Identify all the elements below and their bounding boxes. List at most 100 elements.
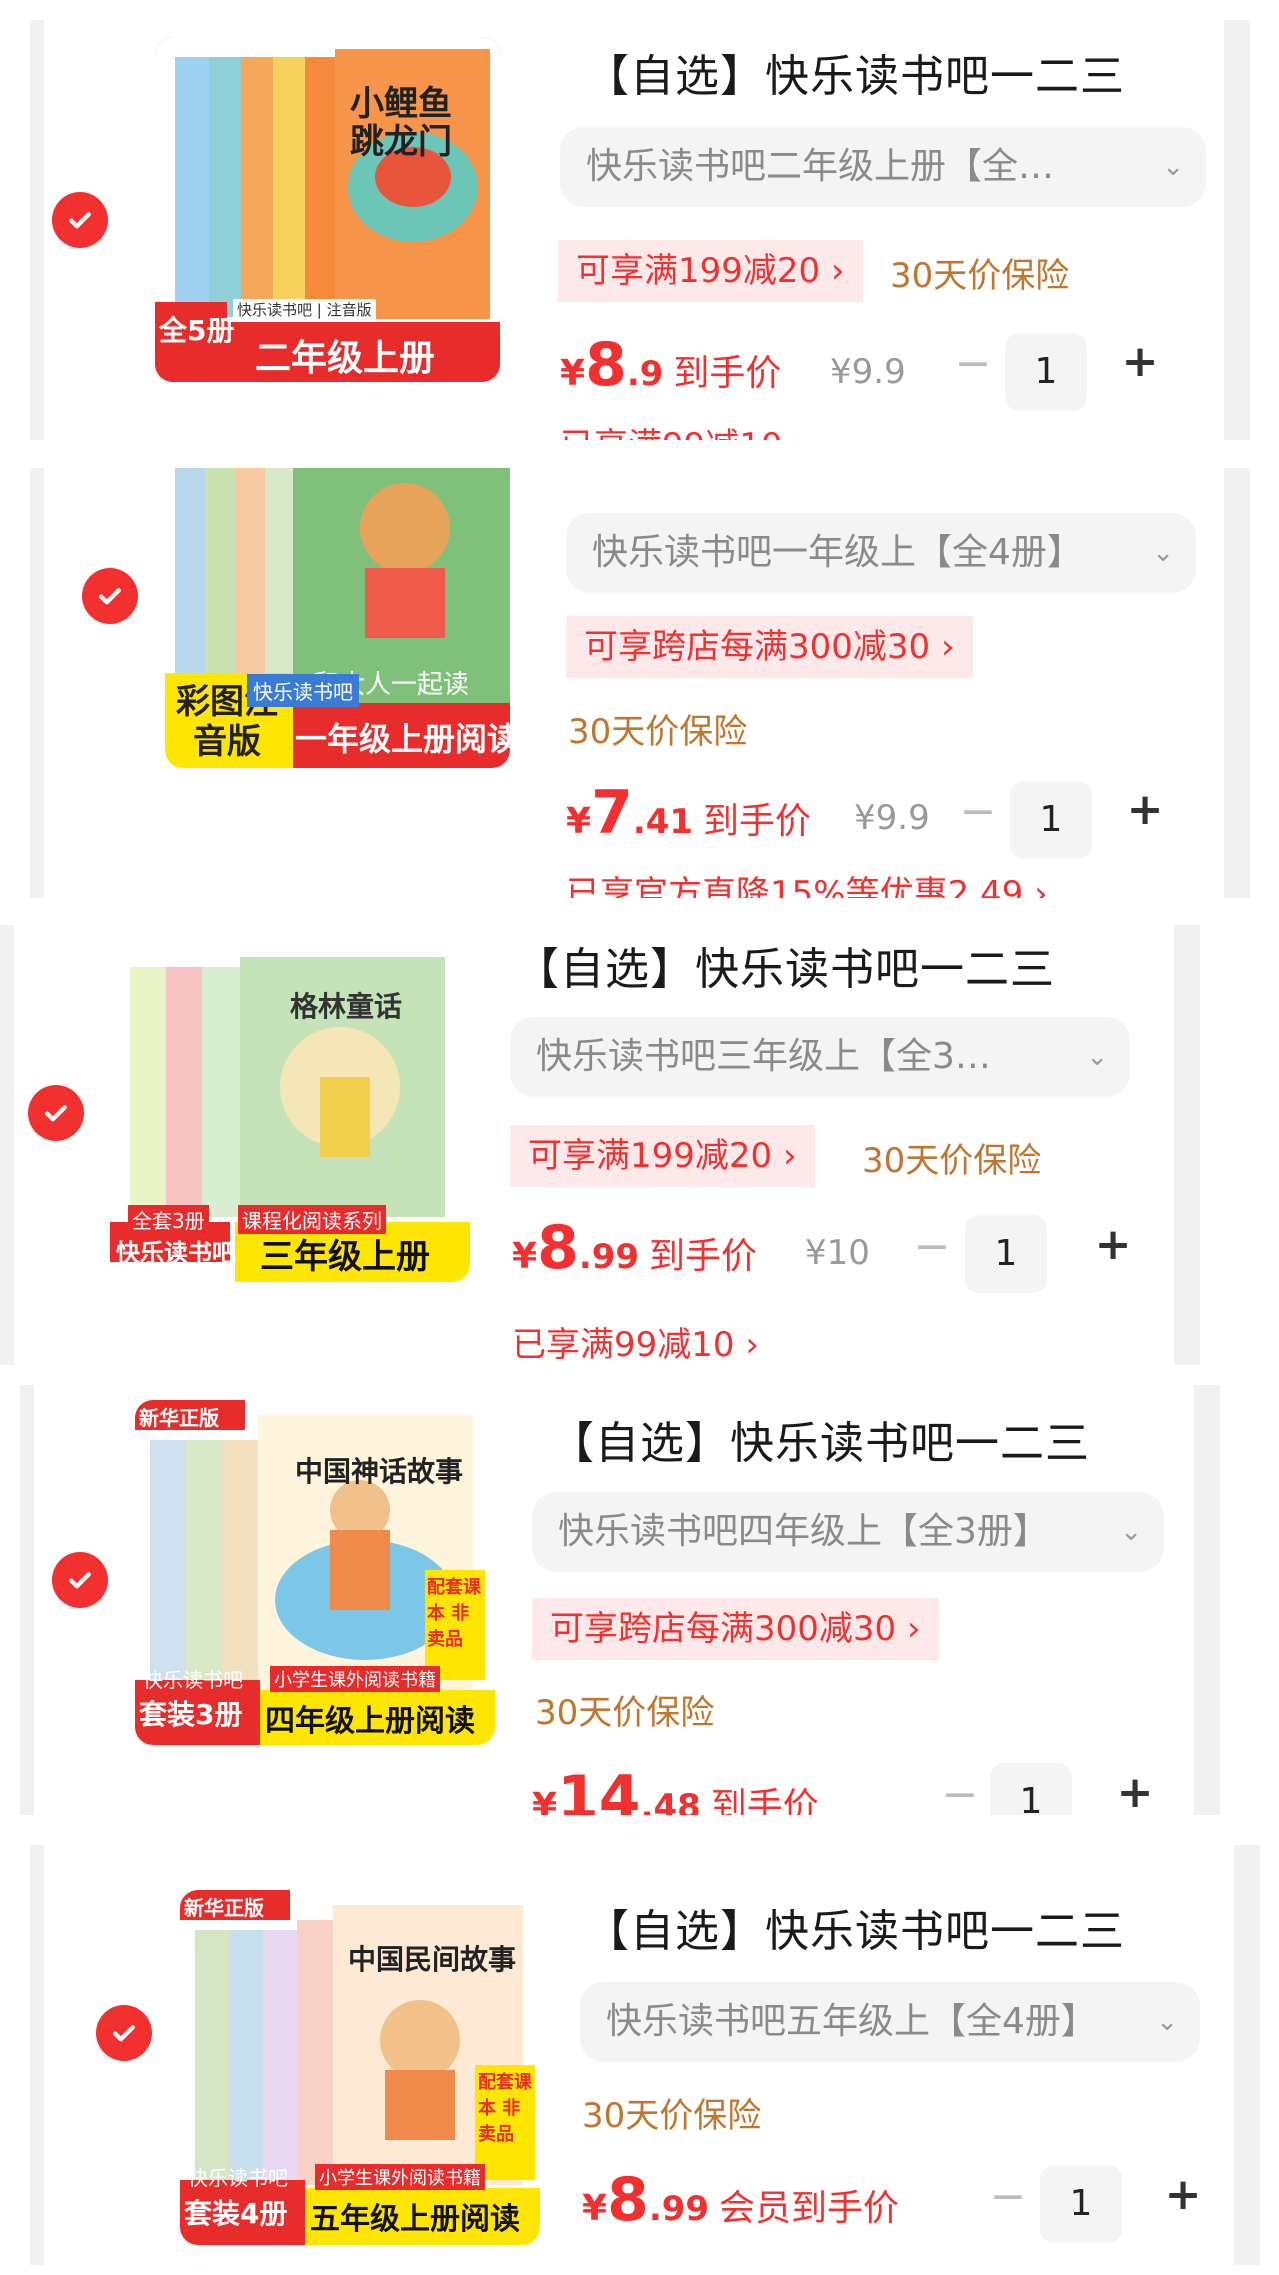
quantity-input[interactable]: 1: [1010, 781, 1092, 859]
grade-banner: 一年级上册阅读: [295, 720, 510, 758]
price-label: 到手价: [673, 353, 782, 394]
grade-banner: 四年级上册阅读: [265, 1704, 475, 1739]
series-label: 快乐读书吧 | 注音版: [233, 299, 376, 320]
checked-icon[interactable]: [82, 568, 138, 624]
price-dec: .41: [632, 802, 694, 842]
sku-selector[interactable]: 快乐读书吧四年级上【全3册】 ⌄: [532, 1492, 1164, 1572]
price-int: 7: [591, 778, 633, 848]
price-dec: .48: [640, 1787, 701, 1815]
product-title[interactable]: 【自选】快乐读书吧一二三: [515, 933, 1055, 997]
sku-selector[interactable]: 快乐读书吧五年级上【全4册】 ⌄: [580, 1982, 1200, 2062]
price-label: 会员到手价: [719, 2188, 900, 2229]
final-price: ¥14.48 到手价: [532, 1763, 819, 1815]
side-label: 配套课本 非卖品: [478, 2072, 532, 2145]
applied-discount[interactable]: 已享满99减10 ›: [512, 1317, 759, 1365]
cover-title: 中国神话故事: [295, 1455, 464, 1488]
product-title[interactable]: 【自选】快乐读书吧一二三: [585, 40, 1125, 104]
final-price: ¥7.41 到手价: [566, 778, 811, 848]
checked-icon[interactable]: [28, 1085, 84, 1141]
currency: ¥: [582, 2188, 608, 2229]
final-price: ¥8.9 到手价: [560, 330, 781, 400]
promo-tag[interactable]: 可享满199减20 ›: [558, 240, 863, 302]
chevron-down-icon: ⌄: [1152, 538, 1174, 568]
decrease-button[interactable]: −: [940, 1769, 980, 1815]
series-label: 快乐读书吧: [116, 1239, 236, 1267]
chevron-down-icon: ⌄: [1086, 1042, 1108, 1072]
price-label: 到手价: [703, 801, 812, 842]
price-dec: .9: [626, 354, 664, 394]
product-title[interactable]: 【自选】快乐读书吧一二三: [585, 1895, 1125, 1959]
product-image[interactable]: 小鲤鱼跳龙门 快乐读书吧 | 注音版 全5册 二年级上册: [155, 37, 500, 382]
increase-button[interactable]: +: [1115, 1767, 1155, 1815]
promo-tag[interactable]: 可享跨店每满300减30 ›: [566, 616, 973, 678]
chevron-down-icon: ⌄: [1120, 1517, 1142, 1547]
decrease-button[interactable]: −: [953, 338, 993, 389]
price-protection: 30天价保险: [582, 2096, 762, 2136]
side-label: 配套课本 非卖品: [427, 1577, 481, 1650]
cover-title: 格林童话: [290, 990, 403, 1023]
checked-icon[interactable]: [96, 2005, 152, 2061]
increase-button[interactable]: +: [1163, 2169, 1203, 2220]
sku-label: 快乐读书吧五年级上【全4册】: [606, 2001, 1097, 2042]
decrease-button[interactable]: −: [988, 2171, 1028, 2222]
price-protection: 30天价保险: [568, 712, 748, 752]
set-badge: 全5册: [159, 314, 235, 347]
final-price: ¥8.99 会员到手价: [582, 2165, 899, 2235]
cart-item: 新华正版 中国民间故事 配套课本 非卖品 小学生课外阅读书籍 快乐读书吧 套装4…: [30, 1845, 1260, 2265]
edition-tag: 新华正版: [184, 1896, 264, 1920]
product-image[interactable]: 和大人一起读 彩图注音版 快乐读书吧 一年级上册阅读: [165, 468, 510, 768]
cover-title: 中国民间故事: [348, 1943, 517, 1976]
checked-icon[interactable]: [52, 1552, 108, 1608]
decrease-button[interactable]: −: [912, 1221, 952, 1272]
product-image[interactable]: 新华正版 中国民间故事 配套课本 非卖品 小学生课外阅读书籍 快乐读书吧 套装4…: [180, 1890, 540, 2245]
price-int: 8: [537, 1213, 579, 1283]
applied-discount[interactable]: 已享官方直降15%等优惠2.49 ›: [566, 866, 1048, 898]
edition-tag: 新华正版: [139, 1406, 219, 1430]
price-dec: .99: [648, 2189, 710, 2229]
grade-banner: 二年级上册: [255, 338, 436, 379]
price-protection: 30天价保险: [862, 1141, 1042, 1181]
cover-title: 小鲤鱼跳龙门: [350, 84, 452, 162]
quantity-input[interactable]: 1: [1005, 333, 1087, 411]
series-sub: 小学生课外阅读书籍: [315, 2164, 485, 2190]
sku-selector[interactable]: 快乐读书吧三年级上【全3… ⌄: [510, 1017, 1130, 1097]
price-protection: 30天价保险: [890, 256, 1070, 296]
series-label: 快乐读书吧: [247, 674, 359, 707]
sku-selector[interactable]: 快乐读书吧一年级上【全4册】 ⌄: [566, 513, 1196, 593]
original-price: ¥10: [805, 1233, 870, 1273]
increase-button[interactable]: +: [1125, 784, 1165, 835]
product-title[interactable]: 【自选】快乐读书吧一二三: [550, 1407, 1090, 1471]
currency: ¥: [560, 353, 586, 394]
checked-icon[interactable]: [52, 192, 108, 248]
chevron-down-icon: ⌄: [1162, 152, 1184, 182]
price-int: 14: [557, 1763, 641, 1815]
set-badge: 套装4册: [184, 2197, 288, 2230]
quantity-input[interactable]: 1: [990, 1763, 1072, 1815]
currency: ¥: [566, 801, 592, 842]
increase-button[interactable]: +: [1120, 336, 1160, 387]
currency: ¥: [512, 1236, 538, 1277]
increase-button[interactable]: +: [1093, 1219, 1133, 1270]
applied-discount[interactable]: 已享满99减10 ›: [560, 418, 807, 440]
original-price: ¥9.9: [854, 798, 930, 838]
sku-selector[interactable]: 快乐读书吧二年级上册【全… ⌄: [560, 127, 1206, 207]
quantity-input[interactable]: 1: [1040, 2165, 1122, 2243]
decrease-button[interactable]: −: [958, 786, 998, 837]
price-label: 到手价: [710, 1786, 819, 1815]
sku-label: 快乐读书吧三年级上【全3…: [536, 1036, 991, 1077]
price-label: 到手价: [649, 1236, 758, 1277]
promo-tag[interactable]: 可享跨店每满300减30 ›: [532, 1598, 939, 1660]
cart-item: 新华正版 中国神话故事 配套课本 非卖品 小学生课外阅读书籍 快乐读书吧 套装3…: [20, 1385, 1220, 1815]
price-dec: .99: [578, 1237, 640, 1277]
chevron-down-icon: ⌄: [1156, 2007, 1178, 2037]
product-image[interactable]: 新华正版 中国神话故事 配套课本 非卖品 小学生课外阅读书籍 快乐读书吧 套装3…: [135, 1400, 495, 1745]
series-label: 快乐读书吧: [143, 1668, 243, 1692]
product-image[interactable]: 格林童话 全套3册 课程化阅读系列 快乐读书吧 三年级上册: [110, 937, 470, 1282]
promo-tag[interactable]: 可享满199减20 ›: [510, 1125, 815, 1187]
price-int: 8: [607, 2165, 649, 2235]
sku-label: 快乐读书吧一年级上【全4册】: [592, 532, 1083, 573]
quantity-input[interactable]: 1: [965, 1215, 1047, 1293]
cart-item: 格林童话 全套3册 课程化阅读系列 快乐读书吧 三年级上册 【自选】快乐读书吧一…: [0, 925, 1200, 1365]
final-price: ¥8.99 到手价: [512, 1213, 757, 1283]
original-price: ¥9.9: [830, 352, 906, 392]
